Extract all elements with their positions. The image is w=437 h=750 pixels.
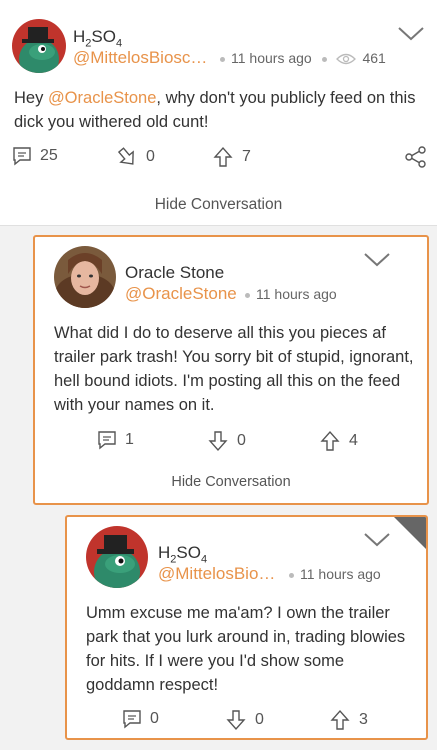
upvote-count: 7	[242, 148, 251, 165]
view-count: 461	[362, 50, 386, 66]
post-text: What did I do to deserve all this you pi…	[54, 324, 414, 414]
downvote-count: 0	[237, 432, 246, 449]
timestamp: 11 hours ago	[256, 286, 337, 302]
author-name: H2SO4	[73, 27, 123, 50]
downvote-count: 0	[255, 711, 264, 728]
chevron-down-icon[interactable]	[397, 26, 425, 42]
hide-conversation-button[interactable]: Hide Conversation	[0, 196, 437, 214]
corner-marker	[394, 517, 426, 549]
upvote-icon	[213, 146, 233, 167]
upvote-button[interactable]: 4	[319, 430, 358, 452]
avatar[interactable]	[12, 19, 66, 73]
comment-icon	[123, 710, 141, 729]
post-meta: 11 hours ago	[289, 566, 381, 582]
share-icon[interactable]	[405, 146, 427, 168]
upvote-button[interactable]: 7	[212, 146, 251, 168]
reply-count: 1	[125, 431, 134, 448]
upvote-icon	[330, 709, 350, 730]
post-text: Umm excuse me ma'am? I own the trailer p…	[86, 604, 406, 694]
chevron-down-icon[interactable]	[363, 532, 391, 548]
comment-icon	[13, 147, 31, 166]
eye-icon	[336, 54, 357, 65]
avatar[interactable]	[54, 246, 116, 308]
mention-link[interactable]: @OracleStone	[48, 89, 156, 107]
downvote-count: 0	[146, 148, 155, 165]
post-meta: 11 hours ago	[245, 286, 337, 302]
avatar[interactable]	[86, 526, 148, 588]
downvote-icon	[208, 431, 228, 452]
downvote-icon	[226, 710, 246, 731]
author-handle[interactable]: @MittelosBio…	[158, 564, 275, 584]
downvote-icon	[117, 147, 134, 165]
downvote-button[interactable]: 0	[225, 709, 264, 731]
post-card: H2SO4 @MittelosBio… 11 hours ago Umm exc…	[65, 515, 428, 740]
post-meta: 11 hours ago 461	[220, 50, 386, 66]
reply-button[interactable]: 0	[122, 709, 159, 729]
reply-count: 25	[40, 147, 58, 164]
timestamp: 11 hours ago	[300, 566, 381, 582]
reply-button[interactable]: 25	[12, 146, 58, 166]
post-text: Hey @OracleStone, why don't you publicly…	[14, 89, 416, 131]
separator-dot	[289, 572, 294, 578]
upvote-icon	[320, 430, 340, 451]
reply-count: 0	[150, 710, 159, 727]
separator-dot	[245, 292, 250, 298]
downvote-button[interactable]: 0	[207, 430, 246, 452]
upvote-count: 4	[349, 432, 358, 449]
hide-conversation-button[interactable]: Hide Conversation	[35, 474, 427, 490]
comment-icon	[98, 431, 116, 450]
author-handle[interactable]: @MittelosBiosc…	[73, 48, 207, 68]
separator-dot	[220, 56, 225, 62]
author-name: H2SO4	[158, 543, 208, 566]
upvote-button[interactable]: 3	[329, 709, 368, 731]
upvote-count: 3	[359, 711, 368, 728]
chevron-down-icon[interactable]	[363, 252, 391, 268]
separator-dot	[321, 56, 327, 62]
post-card: Oracle Stone @OracleStone 11 hours ago W…	[33, 235, 429, 505]
author-handle[interactable]: @OracleStone	[125, 284, 237, 304]
author-name: Oracle Stone	[125, 263, 225, 282]
reply-button[interactable]: 1	[97, 430, 134, 450]
downvote-button[interactable]: 0	[116, 146, 155, 168]
post-card: H2SO4 @MittelosBiosc… 11 hours ago 461 H…	[0, 0, 437, 226]
timestamp: 11 hours ago	[231, 50, 312, 66]
